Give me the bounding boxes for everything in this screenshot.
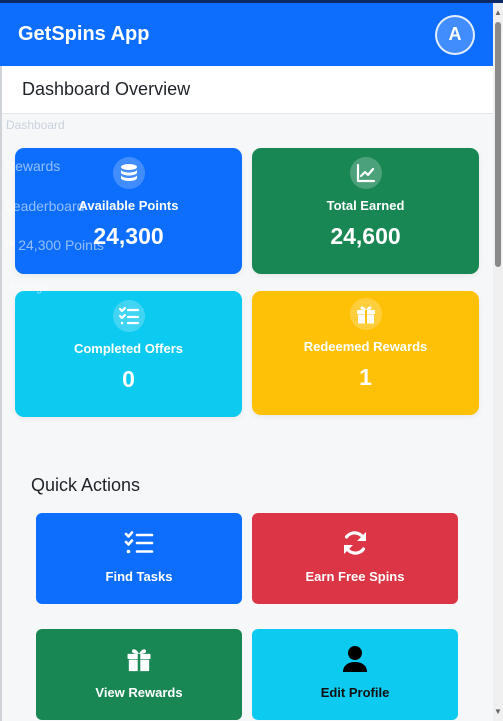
coins-icon <box>112 157 145 189</box>
stat-value: 24,600 <box>330 223 401 249</box>
sidebar-edge <box>0 66 2 721</box>
stat-value: 0 <box>122 366 135 392</box>
page-title: Dashboard Overview <box>22 79 191 99</box>
sync-icon <box>341 528 369 558</box>
page-header: Dashboard Overview <box>2 66 493 114</box>
scroll-down-arrow-icon[interactable]: ▼ <box>493 707 503 717</box>
stat-label: Completed Offers <box>73 341 184 356</box>
button-label: Find Tasks <box>105 569 173 584</box>
button-label: Earn Free Spins <box>305 569 405 584</box>
view-rewards-button[interactable]: View Rewards <box>36 629 242 720</box>
stat-card-completed-offers: Completed Offers 0 <box>15 291 242 417</box>
scroll-up-arrow-icon[interactable]: ▲ <box>493 8 503 18</box>
list-check-icon <box>112 300 145 332</box>
edit-profile-button[interactable]: Edit Profile <box>252 629 458 720</box>
avatar[interactable]: A <box>435 14 475 55</box>
button-label: Edit Profile <box>320 685 390 700</box>
stat-label: Available Points <box>78 198 179 213</box>
ghost-sidebar-item: Dashboard <box>6 118 65 132</box>
quick-actions-title: Quick Actions <box>31 475 141 495</box>
stat-label: Redeemed Rewards <box>303 339 428 354</box>
stat-card-total-earned: Total Earned 24,600 <box>252 148 479 274</box>
chart-line-icon <box>349 157 382 189</box>
scrollbar-thumb[interactable] <box>495 22 501 267</box>
list-check-icon <box>124 528 154 558</box>
stat-value: 24,300 <box>93 223 164 249</box>
button-label: View Rewards <box>95 685 183 700</box>
stat-label: Total Earned <box>326 198 405 213</box>
user-icon <box>342 644 368 674</box>
navbar: GetSpins App A <box>0 3 493 66</box>
stat-card-redeemed-rewards: Redeemed Rewards 1 <box>252 291 479 415</box>
stat-value: 1 <box>359 364 372 390</box>
gift-icon <box>125 644 153 674</box>
gift-icon <box>349 298 382 330</box>
earn-free-spins-button[interactable]: Earn Free Spins <box>252 513 458 604</box>
find-tasks-button[interactable]: Find Tasks <box>36 513 242 604</box>
stat-card-available-points: Available Points 24,300 <box>15 148 242 274</box>
app-title[interactable]: GetSpins App <box>18 23 149 46</box>
